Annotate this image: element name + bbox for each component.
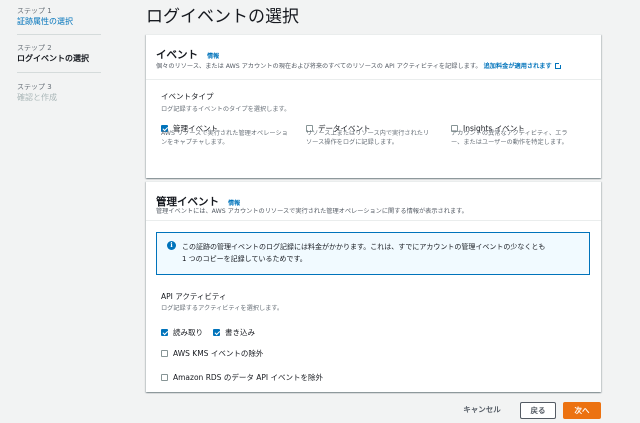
- management-events-desc: AWS リソースで実行された管理オペレーショ ンをキャプチャします。: [161, 129, 288, 147]
- events-panel-title: イベント: [156, 49, 198, 61]
- cancel-button[interactable]: キャンセル: [456, 402, 508, 419]
- back-button[interactable]: 戻る: [520, 402, 556, 419]
- step-3: ステップ 3 確認と作成: [17, 83, 57, 103]
- events-panel: イベント 情報 個々のリソース、または AWS アカウントの現在および将来のすべ…: [146, 34, 601, 178]
- step-2-number: ステップ 2: [17, 44, 52, 52]
- exclude-rds-checkbox[interactable]: [161, 374, 168, 381]
- read-checkbox[interactable]: [161, 329, 168, 336]
- step-1-number: ステップ 1: [17, 7, 52, 15]
- insights-events-desc: アカウントの異常なアクティビティ、エラ ー、またはユーザーの動作を特定します。: [451, 129, 568, 147]
- step-2-label: ログイベントの選択: [17, 54, 89, 63]
- data-events-desc: リソース上またはリソース内で実行されたリ ソース操作をログに記録します。: [306, 129, 429, 147]
- write-option[interactable]: 書き込み: [213, 320, 255, 339]
- cost-info-alert: i この証跡の管理イベントのログ記録には料金がかかります。これは、すでにアカウン…: [156, 232, 590, 275]
- wizard-steps-nav: ステップ 1 証跡属性の選択 ステップ 2 ログイベントの選択 ステップ 3 確…: [0, 0, 110, 423]
- read-label: 読み取り: [173, 328, 203, 337]
- events-info-link[interactable]: 情報: [207, 53, 219, 60]
- step-3-number: ステップ 3: [17, 83, 52, 91]
- event-type-label: イベントタイプ: [161, 92, 214, 101]
- panel-divider: [146, 79, 601, 80]
- step-1-link[interactable]: 証跡属性の選択: [17, 16, 73, 27]
- page-title: ログイベントの選択: [146, 7, 299, 27]
- data-events-desc-line: ソース操作をログに記録します。: [306, 139, 398, 146]
- next-button[interactable]: 次へ: [563, 402, 601, 419]
- write-label: 書き込み: [225, 328, 255, 337]
- insights-events-desc-line: ー、またはユーザーの動作を特定します。: [451, 139, 568, 146]
- events-panel-header: イベント 情報: [156, 43, 219, 62]
- write-checkbox[interactable]: [213, 329, 220, 336]
- info-icon: i: [167, 241, 176, 250]
- insights-events-desc-line: アカウントの異常なアクティビティ、エラ: [451, 130, 568, 137]
- data-events-desc-line: リソース上またはリソース内で実行されたリ: [306, 130, 430, 137]
- management-events-desc-line: ンをキャプチャします。: [161, 139, 229, 146]
- exclude-kms-label: AWS KMS イベントの除外: [173, 349, 264, 358]
- step-3-label: 確認と作成: [17, 93, 57, 102]
- panel-divider: [146, 220, 601, 221]
- exclude-kms-option[interactable]: AWS KMS イベントの除外: [161, 341, 263, 360]
- additional-charges-link[interactable]: 追加料金が適用されます: [484, 63, 552, 70]
- mgmt-panel-desc: 管理イベントには、AWS アカウントのリソースで実行された管理オペレーションに関…: [156, 208, 468, 215]
- alert-text-line: 1 つのコピーを記録しているためです。: [182, 255, 307, 263]
- alert-text: この証跡の管理イベントのログ記録には料金がかかります。これは、すでにアカウントの…: [182, 241, 545, 265]
- event-type-desc: ログ記録するイベントのタイプを選択します。: [161, 106, 291, 113]
- external-link-icon: [554, 62, 562, 69]
- management-events-panel: 管理イベント 情報 管理イベントには、AWS アカウントのリソースで実行された管…: [146, 181, 601, 392]
- exclude-rds-label: Amazon RDS のデータ API イベントを除外: [173, 373, 323, 382]
- management-events-desc-line: AWS リソースで実行された管理オペレーショ: [161, 130, 288, 137]
- api-activity-label: API アクティビティ: [161, 292, 227, 301]
- read-option[interactable]: 読み取り: [161, 320, 203, 339]
- exclude-kms-checkbox[interactable]: [161, 350, 168, 357]
- step-2: ステップ 2 ログイベントの選択: [17, 44, 89, 64]
- step-divider: [17, 72, 101, 73]
- step-1: ステップ 1 証跡属性の選択: [17, 7, 73, 27]
- events-desc-text: 個々のリソース、または AWS アカウントの現在および将来のすべてのリソースの …: [156, 63, 482, 70]
- alert-text-line: この証跡の管理イベントのログ記録には料金がかかります。これは、すでにアカウントの…: [182, 243, 546, 251]
- exclude-rds-option[interactable]: Amazon RDS のデータ API イベントを除外: [161, 365, 323, 384]
- step-divider: [17, 34, 101, 35]
- api-activity-desc: ログ記録するアクティビティを選択します。: [161, 305, 284, 312]
- events-panel-desc: 個々のリソース、または AWS アカウントの現在および将来のすべてのリソースの …: [156, 61, 562, 70]
